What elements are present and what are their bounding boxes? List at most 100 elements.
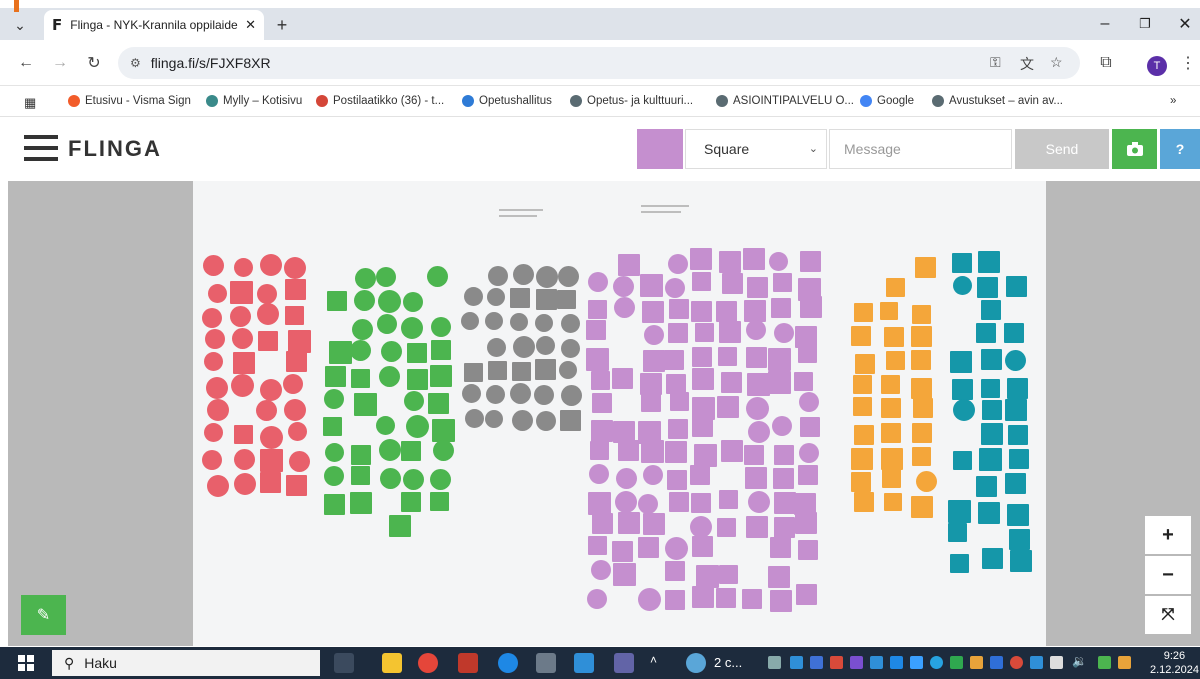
green-note[interactable] [401,441,421,461]
shield-icon[interactable] [810,656,823,669]
orange-note[interactable] [853,375,872,394]
fit-screen-button[interactable]: ⤧ [1145,596,1191,634]
purple-note[interactable] [586,348,609,371]
gray-note[interactable] [513,264,534,285]
purple-note[interactable] [799,443,819,463]
purple-note[interactable] [616,468,637,489]
purple-note[interactable] [670,392,689,411]
green-note[interactable] [379,439,401,461]
bookmark-opetushallitus[interactable]: Opetushallitus [462,95,552,107]
bookmarks-overflow[interactable]: » [1170,95,1176,107]
red-note[interactable] [202,308,222,328]
red-note[interactable] [286,475,307,496]
teal-note[interactable] [950,554,969,573]
purple-note[interactable] [745,467,767,489]
gray-note[interactable] [465,409,484,428]
orange-note[interactable] [851,472,871,492]
tray-app-icon[interactable] [790,656,803,669]
url-field[interactable]: ⚙ flinga.fi/s/FJXF8XR ⚿ 文 ☆ [118,47,1080,79]
purple-note[interactable] [589,464,609,484]
purple-note[interactable] [746,320,766,340]
purple-note[interactable] [719,490,738,509]
purple-note[interactable] [641,440,664,463]
gray-note[interactable] [461,312,479,330]
orange-note[interactable] [915,257,936,278]
green-note[interactable] [430,365,452,387]
red-note[interactable] [207,475,229,497]
teal-note[interactable] [1009,529,1030,550]
red-note[interactable] [284,399,306,421]
purple-note[interactable] [664,350,684,370]
red-note[interactable] [288,330,311,353]
green-note[interactable] [389,515,411,537]
extensions-icon[interactable]: ⧉ [1094,51,1118,75]
teal-note[interactable] [1005,350,1026,371]
green-note[interactable] [404,391,424,411]
gray-note[interactable] [534,385,554,405]
green-note[interactable] [324,389,344,409]
purple-note[interactable] [642,301,664,323]
orange-note[interactable] [853,397,872,416]
purple-note[interactable] [771,298,791,318]
purple-note[interactable] [800,296,822,318]
purple-note[interactable] [692,272,711,291]
red-note[interactable] [257,284,277,304]
orange-note[interactable] [854,492,874,512]
green-note[interactable] [431,340,451,360]
teal-note[interactable] [1004,323,1024,343]
menu-dots-icon[interactable]: ⋮ [1176,51,1200,75]
green-note[interactable] [430,469,451,490]
color-picker[interactable] [637,129,683,169]
purple-note[interactable] [800,417,820,437]
tray-app-icon[interactable] [1118,656,1131,669]
purple-note[interactable] [773,273,792,292]
purple-note[interactable] [665,537,688,560]
teal-note[interactable] [1010,550,1032,572]
gray-note[interactable] [485,410,503,428]
purple-note[interactable] [667,470,687,490]
orange-note[interactable] [911,350,931,370]
gray-note[interactable] [561,314,580,333]
purple-note[interactable] [668,254,688,274]
send-button[interactable]: Send [1015,129,1109,169]
purple-note[interactable] [665,590,685,610]
task-view-icon[interactable] [334,653,354,673]
purple-note[interactable] [692,347,712,367]
purple-note[interactable] [668,419,688,439]
teal-note[interactable] [948,523,967,542]
tab-search-chevron-icon[interactable]: ⌄ [8,13,32,37]
purple-note[interactable] [774,492,796,514]
purple-note[interactable] [742,589,762,609]
purple-note[interactable] [643,513,665,535]
calculator-icon[interactable] [536,653,556,673]
green-note[interactable] [355,268,376,289]
green-note[interactable] [432,419,455,442]
red-note[interactable] [234,258,253,277]
outlook-icon[interactable] [574,653,594,673]
camera-button[interactable] [1112,129,1157,169]
gray-note[interactable] [462,384,481,403]
help-button[interactable]: ? [1160,129,1200,169]
purple-note[interactable] [592,513,613,534]
purple-note[interactable] [618,440,639,461]
gray-note[interactable] [557,290,576,309]
purple-note[interactable] [770,537,791,558]
purple-note[interactable] [638,537,659,558]
purple-note[interactable] [768,566,790,588]
teal-note[interactable] [1005,399,1027,421]
orange-note[interactable] [851,448,873,470]
green-note[interactable] [378,290,401,313]
close-window-icon[interactable]: ✕ [1170,12,1200,36]
green-note[interactable] [354,393,377,416]
orange-note[interactable] [886,351,905,370]
green-note[interactable] [428,393,449,414]
taskbar-search[interactable]: ⚲ Haku [52,650,320,676]
close-tab-icon[interactable]: ✕ [245,17,256,33]
purple-note[interactable] [774,445,794,465]
orange-note[interactable] [881,398,901,418]
bookmark-okm[interactable]: Opetus- ja kulttuuri... [570,95,693,107]
purple-note[interactable] [641,392,661,412]
green-note[interactable] [351,466,370,485]
gray-note[interactable] [536,266,558,288]
board-text-note[interactable] [499,215,537,217]
